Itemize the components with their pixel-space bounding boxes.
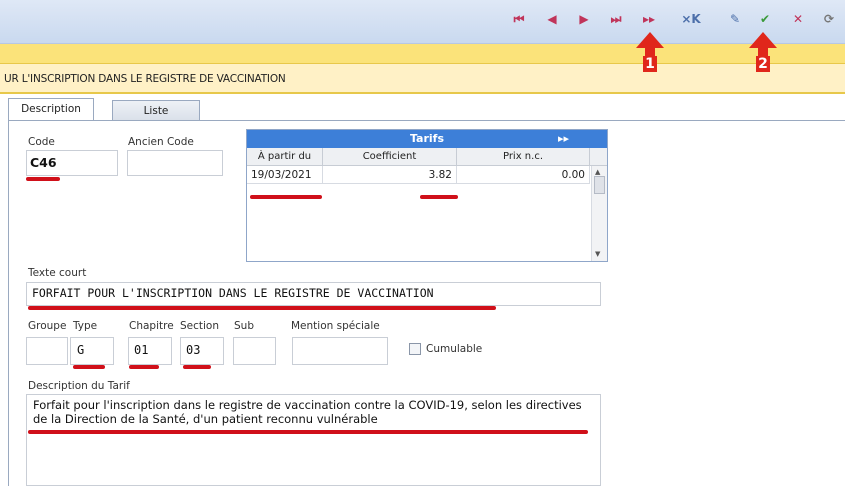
groupe-field[interactable] <box>26 337 68 365</box>
tarifs-header: Tarifs ▸▸ <box>247 130 607 148</box>
fast-forward-icon[interactable]: ▸▸ <box>638 10 660 28</box>
mention-speciale-label: Mention spéciale <box>291 320 380 332</box>
column-header-prix[interactable]: Prix n.c. <box>457 148 590 166</box>
page-title: UR L'INSCRIPTION DANS LE REGISTRE DE VAC… <box>0 64 845 94</box>
cumulable-label: Cumulable <box>426 343 483 355</box>
code-underline <box>26 177 60 181</box>
delete-record-icon[interactable]: ⨯K <box>680 10 702 28</box>
tarifs-column-headers: À partir du Coefficient Prix n.c. <box>247 148 607 166</box>
chapitre-label: Chapitre <box>129 320 174 332</box>
cell-coefficient: 3.82 <box>323 166 457 184</box>
annotation-number-1: 1 <box>643 56 657 72</box>
coefficient-underline <box>420 195 458 199</box>
scroll-down-icon[interactable]: ▼ <box>595 250 600 258</box>
tarifs-title: Tarifs <box>409 132 445 145</box>
mention-speciale-field[interactable] <box>292 337 388 365</box>
annotation-arrow-1: 1 <box>636 32 664 72</box>
type-label: Type <box>73 320 98 332</box>
description-tarif-label: Description du Tarif <box>28 380 130 392</box>
cumulable-checkbox[interactable] <box>409 343 421 355</box>
chapitre-value: 01 <box>134 343 149 357</box>
cancel-icon[interactable]: ✕ <box>789 10 807 28</box>
first-record-icon[interactable]: ⏮ <box>510 10 528 28</box>
type-underline <box>73 365 105 369</box>
ancien-code-field[interactable] <box>127 150 223 176</box>
section-label: Section <box>180 320 220 332</box>
yellow-band <box>0 44 845 64</box>
vertical-scrollbar[interactable]: ▲ ▼ <box>591 166 607 261</box>
texte-court-label: Texte court <box>28 267 87 279</box>
ancien-code-label: Ancien Code <box>128 136 194 148</box>
column-header-coefficient[interactable]: Coefficient <box>323 148 457 166</box>
confirm-icon[interactable]: ✔ <box>756 10 774 28</box>
next-record-icon[interactable]: ▶ <box>575 10 593 28</box>
tab-description[interactable]: Description <box>8 98 94 122</box>
code-label: Code <box>28 136 55 148</box>
fast-forward-icon[interactable]: ▸▸ <box>558 130 569 148</box>
description-tarif-field[interactable]: Forfait pour l'inscription dans le regis… <box>26 394 601 486</box>
groupe-label: Groupe <box>28 320 67 332</box>
texte-court-value: FORFAIT POUR L'INSCRIPTION DANS LE REGIS… <box>32 286 434 300</box>
section-value: 03 <box>186 343 201 357</box>
record-toolbar: ⏮ ◀ ▶ ⏭ ▸▸ ⨯K ✎ ✔ ✕ ⟳ <box>0 0 845 44</box>
last-record-icon[interactable]: ⏭ <box>607 10 625 28</box>
table-row[interactable]: 19/03/2021 3.82 0.00 <box>247 166 590 184</box>
scroll-up-icon[interactable]: ▲ <box>595 168 600 176</box>
annotation-number-2: 2 <box>756 56 770 72</box>
cell-prix: 0.00 <box>457 166 590 184</box>
description-underline <box>28 430 588 434</box>
annotation-arrow-2: 2 <box>749 32 777 72</box>
scroll-thumb[interactable] <box>594 176 605 194</box>
code-value: C46 <box>30 155 57 170</box>
sub-field[interactable] <box>233 337 276 365</box>
tab-liste[interactable]: Liste <box>112 100 200 122</box>
edit-icon[interactable]: ✎ <box>726 10 744 28</box>
chapitre-underline <box>129 365 159 369</box>
sub-label: Sub <box>234 320 254 332</box>
section-underline <box>183 365 211 369</box>
prev-record-icon[interactable]: ◀ <box>543 10 561 28</box>
column-header-date[interactable]: À partir du <box>247 148 323 166</box>
refresh-icon[interactable]: ⟳ <box>820 10 838 28</box>
texte-court-underline <box>28 306 496 310</box>
cell-date: 19/03/2021 <box>247 166 323 184</box>
type-value: G <box>77 343 85 357</box>
date-underline <box>250 195 322 199</box>
